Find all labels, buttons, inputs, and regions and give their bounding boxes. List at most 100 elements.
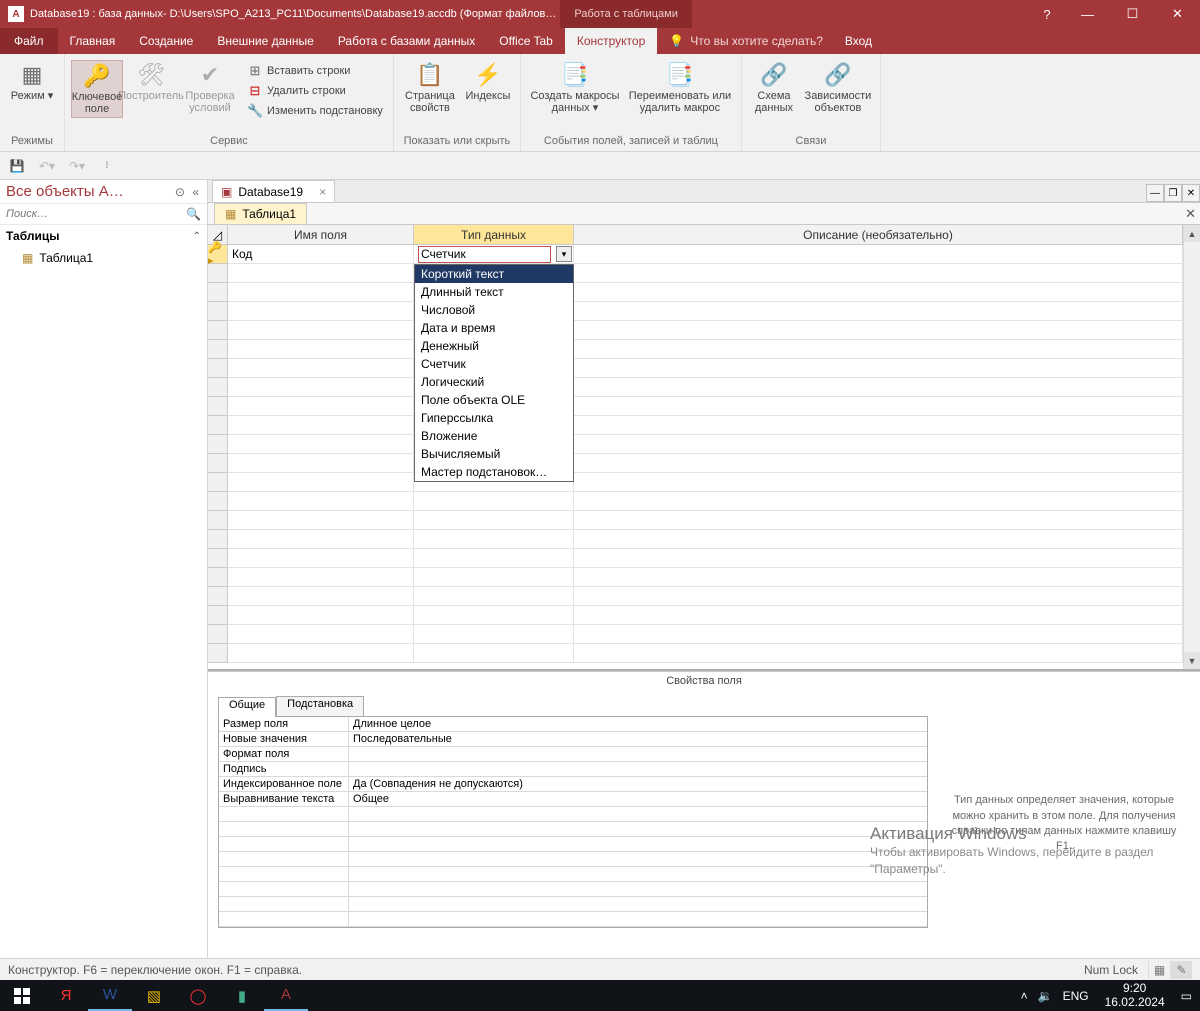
header-field-name[interactable]: Имя поля (228, 225, 414, 245)
row-selector[interactable] (208, 625, 228, 644)
field-name-cell[interactable] (228, 625, 414, 644)
redo-button[interactable]: ↷▾ (66, 155, 88, 177)
nav-collapse-button[interactable]: « (190, 185, 201, 199)
tab-database-tools[interactable]: Работа с базами данных (326, 28, 487, 54)
row-selector[interactable] (208, 435, 228, 454)
field-name-cell[interactable] (228, 530, 414, 549)
design-row-blank[interactable] (208, 625, 1200, 644)
tab-external-data[interactable]: Внешние данные (205, 28, 326, 54)
data-type-cell[interactable] (414, 492, 574, 511)
language-indicator[interactable]: ENG (1063, 989, 1089, 1003)
design-row-blank[interactable] (208, 473, 1200, 492)
field-name-cell[interactable] (228, 454, 414, 473)
nav-title[interactable]: Все объекты A… (6, 183, 124, 200)
field-name-cell[interactable] (228, 302, 414, 321)
property-value[interactable] (349, 747, 927, 761)
nav-search-input[interactable] (6, 208, 186, 220)
data-type-cell[interactable] (414, 549, 574, 568)
row-selector[interactable] (208, 302, 228, 321)
header-description[interactable]: Описание (необязательно) (574, 225, 1183, 245)
field-name-cell[interactable] (228, 283, 414, 302)
tell-me[interactable]: 💡 Что вы хотите сделать? (657, 28, 835, 54)
row-selector[interactable] (208, 492, 228, 511)
tray-expand-icon[interactable]: ˄ (1021, 989, 1028, 1003)
delete-rows-button[interactable]: ⊟Удалить строки (243, 82, 387, 100)
design-row-blank[interactable] (208, 644, 1200, 663)
description-cell[interactable] (574, 264, 1183, 283)
row-selector[interactable] (208, 644, 228, 663)
design-row-blank[interactable] (208, 264, 1200, 283)
close-object-icon[interactable]: ✕ (1185, 206, 1196, 222)
view-button[interactable]: ▦ Режим ▾ (6, 60, 58, 104)
field-name-cell[interactable]: Код (228, 245, 414, 264)
design-row-blank[interactable] (208, 283, 1200, 302)
modify-lookup-button[interactable]: 🔧Изменить подстановку (243, 102, 387, 120)
description-cell[interactable] (574, 283, 1183, 302)
description-cell[interactable] (574, 511, 1183, 530)
row-selector[interactable] (208, 397, 228, 416)
property-value[interactable]: Общее (349, 792, 927, 806)
data-type-cell[interactable] (414, 606, 574, 625)
field-name-cell[interactable] (228, 606, 414, 625)
field-name-cell[interactable] (228, 511, 414, 530)
property-value[interactable] (349, 762, 927, 776)
dropdown-item[interactable]: Мастер подстановок… (415, 463, 573, 481)
design-row-blank[interactable] (208, 587, 1200, 606)
taskbar-app-yandex[interactable]: Я (44, 980, 88, 1011)
dropdown-item[interactable]: Длинный текст (415, 283, 573, 301)
taskbar-app-browser[interactable]: ◯ (176, 980, 220, 1011)
description-cell[interactable] (574, 473, 1183, 492)
undo-button[interactable]: ↶▾ (36, 155, 58, 177)
prop-tab-lookup[interactable]: Подстановка (276, 696, 364, 716)
view-datasheet-icon[interactable]: ▦ (1148, 961, 1170, 979)
description-cell[interactable] (574, 245, 1183, 264)
description-cell[interactable] (574, 492, 1183, 511)
nav-item-table1[interactable]: ▦ Таблица1 (0, 247, 207, 269)
nav-search[interactable]: 🔍 (0, 204, 207, 225)
property-row[interactable]: Формат поля (219, 747, 927, 762)
field-name-cell[interactable] (228, 340, 414, 359)
description-cell[interactable] (574, 435, 1183, 454)
property-row[interactable]: Индексированное полеДа (Совпадения не до… (219, 777, 927, 792)
data-type-cell[interactable] (414, 530, 574, 549)
row-selector[interactable] (208, 568, 228, 587)
design-row-blank[interactable] (208, 454, 1200, 473)
description-cell[interactable] (574, 587, 1183, 606)
description-cell[interactable] (574, 454, 1183, 473)
field-name-cell[interactable] (228, 359, 414, 378)
design-row-blank[interactable] (208, 359, 1200, 378)
data-type-cell[interactable]: Счетчик ▾ (414, 245, 574, 264)
taskbar-app-stickynotes[interactable]: ▧ (132, 980, 176, 1011)
row-selector[interactable] (208, 359, 228, 378)
taskbar-clock[interactable]: 9:20 16.02.2024 (1099, 982, 1171, 1008)
dropdown-item[interactable]: Счетчик (415, 355, 573, 373)
indexes-button[interactable]: ⚡ Индексы (462, 60, 514, 104)
dropdown-item[interactable]: Логический (415, 373, 573, 391)
prop-tab-general[interactable]: Общие (218, 697, 276, 717)
notifications-icon[interactable]: ▭ (1181, 989, 1192, 1003)
property-row[interactable]: Размер поляДлинное целое (219, 717, 927, 732)
data-type-cell[interactable] (414, 587, 574, 606)
field-name-cell[interactable] (228, 568, 414, 587)
scroll-up-icon[interactable]: ▲ (1184, 225, 1200, 242)
design-row-blank[interactable] (208, 416, 1200, 435)
property-value[interactable]: Последовательные (349, 732, 927, 746)
tab-design[interactable]: Конструктор (565, 28, 657, 54)
save-button[interactable]: 💾 (6, 155, 28, 177)
system-tray[interactable]: ˄ 🔉 ENG 9:20 16.02.2024 ▭ (1013, 982, 1200, 1008)
tab-home[interactable]: Главная (58, 28, 128, 54)
description-cell[interactable] (574, 530, 1183, 549)
description-cell[interactable] (574, 340, 1183, 359)
dropdown-item[interactable]: Поле объекта OLE (415, 391, 573, 409)
mdi-close[interactable]: ✕ (1182, 184, 1200, 202)
dropdown-item[interactable]: Числовой (415, 301, 573, 319)
row-selector[interactable] (208, 549, 228, 568)
mdi-minimize[interactable]: — (1146, 184, 1164, 202)
row-selector[interactable] (208, 340, 228, 359)
design-row-blank[interactable] (208, 568, 1200, 587)
maximize-button[interactable]: ☐ (1110, 0, 1155, 28)
help-button[interactable]: ? (1029, 0, 1065, 28)
tab-file[interactable]: Файл (0, 28, 58, 54)
description-cell[interactable] (574, 321, 1183, 340)
row-selector[interactable] (208, 264, 228, 283)
